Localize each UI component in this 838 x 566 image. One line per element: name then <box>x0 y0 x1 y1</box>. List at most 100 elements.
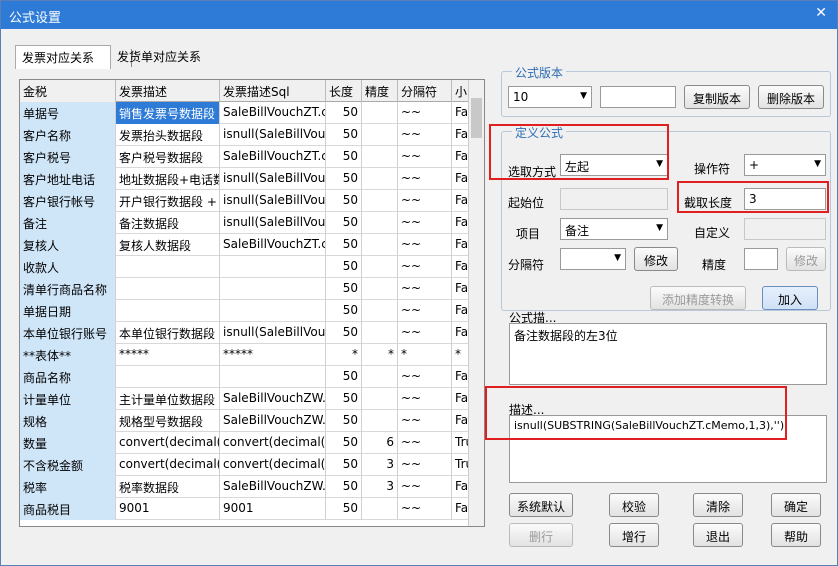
separator-cell[interactable]: ~~ <box>398 388 452 410</box>
invoice-desc-cell[interactable]: 9001 <box>116 498 220 520</box>
help-button[interactable]: 帮助 <box>771 523 821 547</box>
length-cell[interactable]: 50 <box>326 476 362 498</box>
precision-cell[interactable] <box>362 190 398 212</box>
precision-cell[interactable] <box>362 168 398 190</box>
invoice-desc-sql-cell[interactable]: SaleBillVouchZT.cS <box>220 102 326 124</box>
jinshui-cell[interactable]: 规格 <box>20 410 116 432</box>
item-select[interactable]: 备注 ▼ <box>560 218 668 240</box>
invoice-desc-cell[interactable]: 税率数据段 <box>116 476 220 498</box>
header-precision[interactable]: 精度 <box>362 80 398 102</box>
header-invoice-desc-sql[interactable]: 发票描述Sql <box>220 80 326 102</box>
length-cell[interactable]: 50 <box>326 256 362 278</box>
formula-desc-textarea[interactable]: 备注数据段的左3位 <box>509 323 827 385</box>
separator-select[interactable]: ▼ <box>560 248 626 270</box>
invoice-desc-cell[interactable]: 销售发票号数据段 <box>116 102 220 124</box>
table-row[interactable]: 清单行商品名称 50 ~~ Fa <box>20 278 484 300</box>
jinshui-cell[interactable]: 商品名称 <box>20 366 116 388</box>
separator-cell[interactable]: ~~ <box>398 410 452 432</box>
precision-cell[interactable] <box>362 212 398 234</box>
precision-cell[interactable]: * <box>362 344 398 366</box>
table-row[interactable]: 本单位银行账号本单位银行数据段isnull(SaleBillVouchZ50 ~~… <box>20 322 484 344</box>
precision-input[interactable] <box>744 248 778 270</box>
table-row[interactable]: 备注备注数据段isnull(SaleBillVouchZ50~~Fa <box>20 212 484 234</box>
table-row[interactable]: 商品税目 9001 9001 50 ~~ Fa <box>20 498 484 520</box>
table-row[interactable]: 收款人 50 ~~ Fa <box>20 256 484 278</box>
table-row[interactable]: 单据日期 50 ~~ Fa <box>20 300 484 322</box>
invoice-desc-cell[interactable]: ***** <box>116 344 220 366</box>
precision-cell[interactable] <box>362 146 398 168</box>
precision-cell[interactable] <box>362 300 398 322</box>
version-select[interactable]: 10 ▼ <box>508 86 592 108</box>
tab-delivery-mapping[interactable]: 发货单对应关系 <box>111 45 237 69</box>
precision-cell[interactable] <box>362 256 398 278</box>
separator-cell[interactable]: ~~ <box>398 322 452 344</box>
jinshui-cell[interactable]: 客户名称 <box>20 124 116 146</box>
invoice-desc-cell[interactable]: 发票抬头数据段 <box>116 124 220 146</box>
invoice-desc-cell[interactable] <box>116 278 220 300</box>
invoice-desc-cell[interactable]: 备注数据段 <box>116 212 220 234</box>
modify-precision-button[interactable]: 修改 <box>786 247 826 271</box>
custom-input[interactable] <box>744 218 826 240</box>
precision-cell[interactable] <box>362 102 398 124</box>
separator-cell[interactable]: ~~ <box>398 498 452 520</box>
precision-cell[interactable] <box>362 234 398 256</box>
table-row[interactable]: 复核人 复核人数据段 SaleBillVouchZT.cD 50 ~~ Fa <box>20 234 484 256</box>
separator-cell[interactable]: ~~ <box>398 476 452 498</box>
precision-cell[interactable]: 3 <box>362 454 398 476</box>
jinshui-cell[interactable]: 税率 <box>20 476 116 498</box>
precision-cell[interactable] <box>362 124 398 146</box>
ok-button[interactable]: 确定 <box>771 493 821 517</box>
table-row[interactable]: 客户银行帐号开户银行数据段 +isnull(SaleBillVouchZ50 ~~… <box>20 190 484 212</box>
table-row[interactable]: 计量单位 主计量单位数据段 SaleBillVouchZW.cl 50 ~~ Fa <box>20 388 484 410</box>
invoice-desc-sql-cell[interactable]: SaleBillVouchZT.cD <box>220 146 326 168</box>
jinshui-cell[interactable]: 备注 <box>20 212 116 234</box>
delete-row-button[interactable]: 删行 <box>509 523 573 547</box>
length-cell[interactable]: 50 <box>326 498 362 520</box>
invoice-desc-cell[interactable]: 地址数据段+电话数 <box>116 168 220 190</box>
table-row[interactable]: 客户地址电话地址数据段+电话数isnull(SaleBillVouchZ50 ~~… <box>20 168 484 190</box>
invoice-desc-cell[interactable] <box>116 366 220 388</box>
invoice-desc-cell[interactable] <box>116 300 220 322</box>
invoice-desc-sql-cell[interactable] <box>220 278 326 300</box>
jinshui-cell[interactable]: 单据日期 <box>20 300 116 322</box>
invoice-desc-cell[interactable]: 开户银行数据段 + <box>116 190 220 212</box>
length-cell[interactable]: 50 <box>326 454 362 476</box>
length-cell[interactable]: 50 <box>326 102 362 124</box>
jinshui-cell[interactable]: 商品税目 <box>20 498 116 520</box>
validate-button[interactable]: 校验 <box>609 493 659 517</box>
precision-cell[interactable] <box>362 322 398 344</box>
jinshui-cell[interactable]: 数量 <box>20 432 116 454</box>
length-cell[interactable]: 50 <box>326 410 362 432</box>
length-cell[interactable]: 50 <box>326 432 362 454</box>
header-invoice-desc[interactable]: 发票描述 <box>116 80 220 102</box>
length-cell[interactable]: 50 <box>326 234 362 256</box>
separator-cell[interactable]: ~~ <box>398 234 452 256</box>
table-row[interactable]: 客户税号 客户税号数据段 SaleBillVouchZT.cD 50 ~~ Fa <box>20 146 484 168</box>
invoice-desc-sql-cell[interactable]: SaleBillVouchZW.iT <box>220 476 326 498</box>
invoice-desc-sql-cell[interactable] <box>220 366 326 388</box>
invoice-desc-sql-cell[interactable]: convert(decimal(30, <box>220 454 326 476</box>
length-cell[interactable]: 50 <box>326 190 362 212</box>
invoice-desc-cell[interactable]: 规格型号数据段 <box>116 410 220 432</box>
length-cell[interactable]: 50 <box>326 212 362 234</box>
separator-cell[interactable]: ~~ <box>398 454 452 476</box>
precision-cell[interactable]: 6 <box>362 432 398 454</box>
separator-cell[interactable]: ~~ <box>398 212 452 234</box>
invoice-desc-sql-cell[interactable]: SaleBillVouchZW.cl <box>220 410 326 432</box>
separator-cell[interactable]: ~~ <box>398 432 452 454</box>
operator-select[interactable]: + ▼ <box>744 154 826 176</box>
length-cell[interactable]: 50 <box>326 278 362 300</box>
invoice-desc-sql-cell[interactable]: SaleBillVouchZW.cl <box>220 388 326 410</box>
precision-cell[interactable] <box>362 498 398 520</box>
length-cell[interactable]: 50 <box>326 388 362 410</box>
jinshui-cell[interactable]: 客户银行帐号 <box>20 190 116 212</box>
precision-cell[interactable]: 3 <box>362 476 398 498</box>
length-cell[interactable]: * <box>326 344 362 366</box>
table-row[interactable]: 客户名称发票抬头数据段isnull(SaleBillVouchZ50~~Fa <box>20 124 484 146</box>
add-button[interactable]: 加入 <box>762 286 818 310</box>
separator-cell[interactable]: ~~ <box>398 300 452 322</box>
jinshui-cell[interactable]: 收款人 <box>20 256 116 278</box>
separator-cell[interactable]: ~~ <box>398 168 452 190</box>
header-separator[interactable]: 分隔符 <box>398 80 452 102</box>
start-position-input[interactable] <box>560 188 668 210</box>
